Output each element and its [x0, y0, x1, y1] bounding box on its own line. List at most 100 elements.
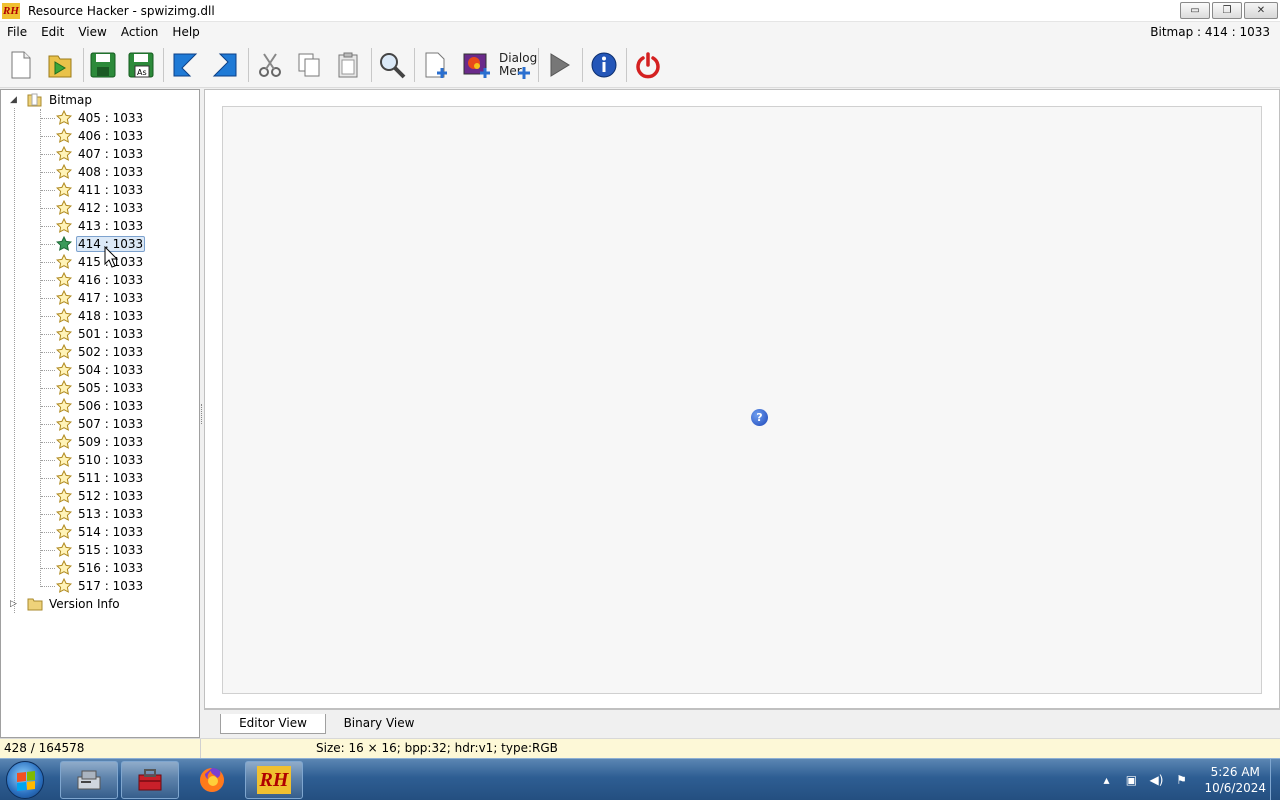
windows-logo-icon [17, 771, 35, 791]
tree-item-label: 509 : 1033 [78, 435, 144, 449]
tree-line [41, 406, 55, 407]
scissors-icon [259, 53, 281, 77]
expand-triangle-icon[interactable]: ▷ [10, 599, 19, 609]
dialog-merge-button[interactable]: Dialog Mer [496, 46, 537, 84]
tree-item-bitmap[interactable]: 405 : 1033 [56, 109, 145, 127]
tree-item-bitmap[interactable]: 418 : 1033 [56, 307, 145, 325]
tree-item-bitmap[interactable]: 517 : 1033 [56, 577, 145, 595]
tree-node-bitmap[interactable]: ◢ Bitmap [10, 91, 94, 109]
clock-time: 5:26 AM [1210, 765, 1260, 779]
tree-item-bitmap[interactable]: 502 : 1033 [56, 343, 145, 361]
tree-line [14, 108, 15, 613]
star-icon [56, 524, 72, 539]
tree-item-bitmap[interactable]: 408 : 1033 [56, 163, 145, 181]
open-folder-icon [48, 55, 72, 78]
taskbar-resource-hacker[interactable]: RH [245, 761, 303, 799]
show-hidden-icons-icon[interactable]: ▴ [1098, 772, 1114, 788]
tree-item-bitmap[interactable]: 511 : 1033 [56, 469, 145, 487]
tree-line [41, 262, 55, 263]
star-icon [56, 560, 72, 575]
tree-item-bitmap[interactable]: 507 : 1033 [56, 415, 145, 433]
tree-item-bitmap[interactable]: 504 : 1033 [56, 361, 145, 379]
tree-item-bitmap[interactable]: 505 : 1033 [56, 379, 145, 397]
tree-line [41, 478, 55, 479]
tree-item-bitmap[interactable]: 513 : 1033 [56, 505, 145, 523]
toolbox-icon [138, 769, 162, 791]
menu-edit[interactable]: Edit [34, 25, 71, 39]
tree-item-bitmap[interactable]: 512 : 1033 [56, 487, 145, 505]
taskbar-firefox[interactable] [183, 761, 241, 799]
find-button[interactable] [374, 46, 410, 84]
resource-tree[interactable]: ◢ Bitmap 405 : 1033 406 : 1033 407 : 1033 4… [0, 89, 200, 738]
tree-line [41, 586, 55, 587]
clock-date: 10/6/2024 [1204, 781, 1266, 795]
tree-item-bitmap[interactable]: 415 : 1033 [56, 253, 145, 271]
menu-action[interactable]: Action [114, 25, 166, 39]
tree-item-bitmap[interactable]: 514 : 1033 [56, 523, 145, 541]
tree-item-bitmap[interactable]: 412 : 1033 [56, 199, 145, 217]
add-image-resource-button[interactable] [459, 46, 495, 84]
close-button[interactable]: ✕ [1244, 2, 1278, 19]
star-icon [56, 506, 72, 521]
taskbar-toolbox[interactable] [121, 761, 179, 799]
tree-line [41, 568, 55, 569]
tab-editor-view[interactable]: Editor View [220, 714, 326, 734]
star-icon [56, 344, 72, 359]
tree-item-bitmap[interactable]: 407 : 1033 [56, 145, 145, 163]
tree-item-bitmap[interactable]: 509 : 1033 [56, 433, 145, 451]
tree-item-bitmap[interactable]: 510 : 1033 [56, 451, 145, 469]
exit-button[interactable] [630, 46, 666, 84]
new-file-button[interactable] [3, 46, 39, 84]
tree-item-bitmap[interactable]: 406 : 1033 [56, 127, 145, 145]
about-button[interactable] [586, 46, 622, 84]
tree-line [40, 109, 41, 587]
tree-item-bitmap[interactable]: 416 : 1033 [56, 271, 145, 289]
tree-node-version-info[interactable]: ▷ Version Info [10, 595, 122, 613]
tab-binary-view[interactable]: Binary View [334, 714, 424, 734]
tree-line [41, 460, 55, 461]
tree-item-label: 408 : 1033 [78, 165, 144, 179]
bitmap-preview-canvas: ? [222, 106, 1262, 694]
tree-item-bitmap[interactable]: 501 : 1033 [56, 325, 145, 343]
tree-item-bitmap[interactable]: 417 : 1033 [56, 289, 145, 307]
status-bar: 428 / 164578 Size: 16 × 16; bpp:32; hdr:… [0, 738, 1280, 759]
window-title: Resource Hacker - spwizimg.dll [28, 3, 215, 18]
network-icon[interactable]: ▣ [1123, 772, 1139, 788]
tree-item-bitmap[interactable]: 516 : 1033 [56, 559, 145, 577]
tree-item-bitmap[interactable]: 411 : 1033 [56, 181, 145, 199]
tree-item-bitmap[interactable]: 515 : 1033 [56, 541, 145, 559]
add-blank-resource-button[interactable] [419, 46, 455, 84]
taskbar-server-manager[interactable] [60, 761, 118, 799]
tree-item-bitmap[interactable]: 414 : 1033 [56, 235, 146, 253]
compile-run-button[interactable] [541, 46, 577, 84]
show-desktop-button[interactable] [1270, 759, 1280, 800]
open-file-button[interactable] [42, 46, 78, 84]
tree-item-bitmap[interactable]: 506 : 1033 [56, 397, 145, 415]
splitter-grip[interactable] [201, 404, 203, 424]
menu-help[interactable]: Help [165, 25, 206, 39]
tree-item-bitmap[interactable]: 413 : 1033 [56, 217, 145, 235]
tree-line [41, 190, 55, 191]
paste-button[interactable] [330, 46, 366, 84]
star-icon [56, 578, 72, 593]
copy-button[interactable] [291, 46, 327, 84]
action-center-flag-icon[interactable]: ⚑ [1173, 772, 1189, 788]
clock[interactable]: 5:26 AM 10/6/2024 [1204, 764, 1266, 796]
tree-item-label: 405 : 1033 [78, 111, 144, 125]
title-bar: RH Resource Hacker - spwizimg.dll ▭ ❐ ✕ [0, 0, 1280, 22]
forward-button[interactable] [207, 46, 243, 84]
cut-button[interactable] [252, 46, 288, 84]
tree-item-label: 407 : 1033 [78, 147, 144, 161]
save-button[interactable] [85, 46, 121, 84]
collapse-triangle-icon[interactable]: ◢ [10, 95, 19, 105]
restore-button[interactable]: ❐ [1212, 2, 1242, 19]
back-button[interactable] [167, 46, 203, 84]
volume-icon[interactable]: ◀) [1148, 772, 1164, 788]
start-button[interactable] [6, 761, 44, 799]
menu-file[interactable]: File [0, 25, 34, 39]
save-as-button[interactable]: As [123, 46, 159, 84]
new-file-icon [11, 51, 31, 79]
minimize-button[interactable]: ▭ [1180, 2, 1210, 19]
menu-view[interactable]: View [71, 25, 113, 39]
tree-item-label: 413 : 1033 [78, 219, 144, 233]
